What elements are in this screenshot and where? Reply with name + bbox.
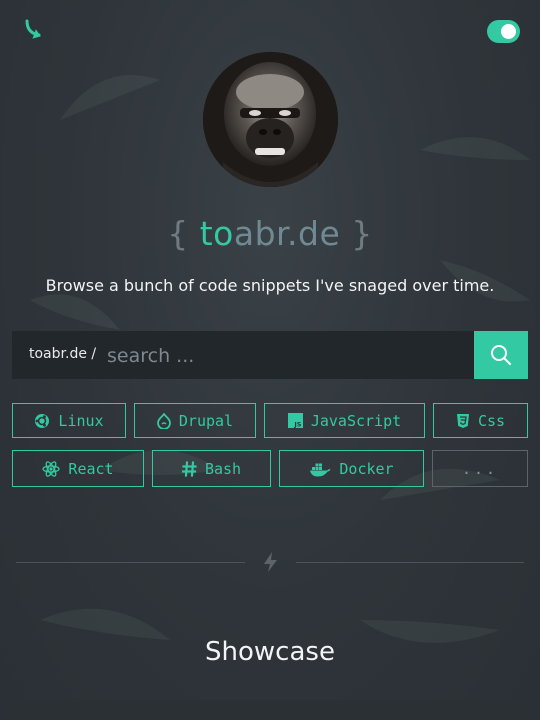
- js-icon: JS: [287, 413, 303, 429]
- gorilla-avatar: [203, 52, 338, 187]
- tag-label: Drupal: [178, 411, 234, 430]
- site-title-to: to: [199, 214, 234, 253]
- tag-label: Linux: [58, 411, 104, 430]
- curved-arrow-icon[interactable]: [22, 18, 48, 44]
- bolt-icon: [264, 552, 277, 572]
- open-brace: {: [167, 214, 189, 253]
- search-prefix: toabr.de /: [29, 346, 97, 362]
- site-title-rest: abr.de: [233, 214, 341, 253]
- toggle-knob: [501, 24, 516, 39]
- react-icon: [42, 460, 61, 477]
- showcase-panel: [12, 700, 528, 720]
- theme-toggle[interactable]: [487, 20, 520, 43]
- search-bar: toabr.de /: [12, 331, 528, 379]
- docker-icon: [310, 463, 331, 476]
- tag-bash[interactable]: Bash: [152, 450, 271, 487]
- divider-right: [296, 562, 524, 563]
- tag-label: JavaScript: [310, 411, 402, 430]
- more-tags-label: ...: [461, 459, 499, 478]
- more-tags-button[interactable]: ...: [432, 450, 528, 487]
- drupal-icon: [157, 412, 171, 429]
- css3-icon: [456, 413, 469, 428]
- tag-drupal[interactable]: Drupal: [134, 403, 256, 438]
- tag-label: Css: [477, 411, 506, 430]
- tag-linux[interactable]: Linux: [12, 403, 126, 438]
- site-title: { toabr.de }: [0, 214, 540, 253]
- close-brace: }: [351, 214, 373, 253]
- hashtag-icon: [181, 460, 197, 477]
- ubuntu-icon: [35, 413, 50, 428]
- tag-label: Bash: [204, 459, 242, 478]
- divider-left: [16, 562, 245, 563]
- search-icon: [491, 345, 511, 365]
- showcase-heading: Showcase: [205, 637, 335, 667]
- tag-javascript[interactable]: JS JavaScript: [264, 403, 425, 438]
- tag-label: React: [68, 459, 114, 478]
- tag-label: Docker: [339, 459, 394, 478]
- tag-css[interactable]: Css: [433, 403, 528, 438]
- svg-text:JS: JS: [293, 421, 301, 429]
- search-input[interactable]: [105, 340, 469, 372]
- search-button[interactable]: [474, 331, 528, 379]
- tagline: Browse a bunch of code snippets I've sna…: [45, 276, 495, 295]
- tag-react[interactable]: React: [12, 450, 144, 487]
- avatar: [203, 52, 338, 187]
- tag-docker[interactable]: Docker: [279, 450, 424, 487]
